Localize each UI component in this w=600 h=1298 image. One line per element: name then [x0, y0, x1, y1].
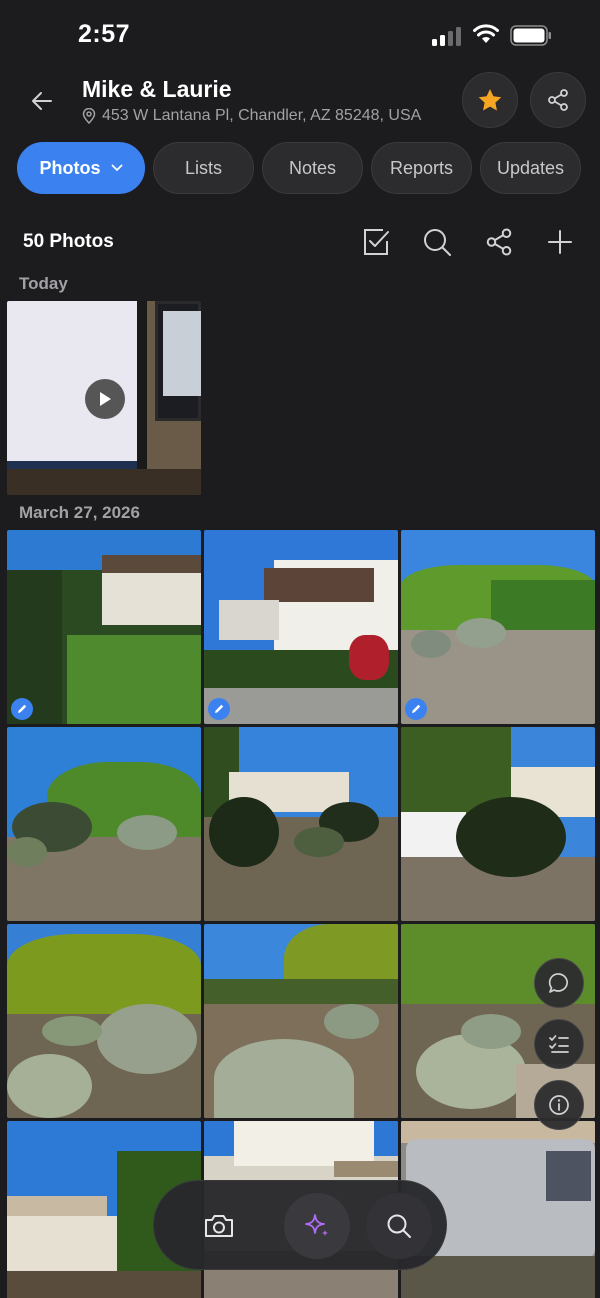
- photo-thumbnail[interactable]: [401, 727, 595, 921]
- tab-photos-label: Photos: [39, 157, 101, 178]
- search-icon: [424, 229, 451, 256]
- status-bar: 2:57: [0, 0, 600, 72]
- tab-lists[interactable]: Lists: [153, 142, 254, 194]
- tab-reports[interactable]: Reports: [371, 142, 472, 194]
- pencil-icon: [18, 704, 27, 713]
- search-icon: [387, 1214, 411, 1238]
- wifi-icon: [473, 24, 499, 43]
- tab-updates[interactable]: Updates: [480, 142, 581, 194]
- section-today: Today: [19, 274, 68, 293]
- photo-thumbnail[interactable]: [7, 727, 201, 921]
- select-button[interactable]: [358, 224, 394, 260]
- tab-photos[interactable]: Photos: [17, 142, 145, 194]
- checklist-button[interactable]: [534, 1019, 584, 1069]
- back-arrow-icon: [32, 92, 52, 110]
- photo-thumbnail[interactable]: [7, 530, 201, 724]
- share-photos-button[interactable]: [481, 224, 517, 260]
- search-button[interactable]: [419, 224, 455, 260]
- photo-count: 50 Photos: [23, 231, 114, 252]
- star-icon: [478, 88, 502, 110]
- photos-toolbar: 50 Photos: [0, 216, 600, 268]
- share-project-button[interactable]: [530, 72, 586, 128]
- bottom-action-dock: [153, 1180, 447, 1270]
- project-title: Mike & Laurie: [82, 76, 232, 102]
- tab-lists-label: Lists: [184, 157, 222, 178]
- tab-notes[interactable]: Notes: [262, 142, 363, 194]
- favorite-button[interactable]: [462, 72, 518, 128]
- pencil-icon: [215, 704, 224, 713]
- share-icon: [548, 89, 568, 111]
- chevron-down-icon: [111, 164, 122, 172]
- play-button[interactable]: [85, 379, 125, 419]
- project-address[interactable]: 453 W Lantana Pl, Chandler, AZ 85248, US…: [82, 107, 421, 125]
- section-tabs: Photos Lists Notes Reports Updates: [17, 142, 581, 194]
- share-icon: [486, 228, 512, 256]
- back-button[interactable]: [24, 86, 60, 116]
- photo-thumbnail[interactable]: [401, 530, 595, 724]
- battery-icon: [510, 25, 551, 46]
- pencil-icon: [412, 704, 421, 713]
- dock-search-button[interactable]: [366, 1193, 432, 1259]
- project-header: Mike & Laurie 453 W Lantana Pl, Chandler…: [0, 70, 600, 134]
- camera-icon: [205, 1215, 233, 1237]
- chat-bubble-icon: [548, 973, 568, 993]
- plus-icon: [548, 230, 572, 254]
- address-text: 453 W Lantana Pl, Chandler, AZ 85248, US…: [102, 107, 422, 124]
- comments-button[interactable]: [534, 958, 584, 1008]
- select-checkbox-icon: [364, 229, 389, 255]
- add-photo-button[interactable]: [542, 224, 578, 260]
- tab-reports-label: Reports: [389, 157, 454, 178]
- cellular-signal-icon: [432, 26, 464, 46]
- location-pin-icon: [82, 108, 96, 124]
- info-icon: [549, 1095, 569, 1115]
- sparkle-icon: [305, 1214, 328, 1236]
- tab-updates-label: Updates: [496, 157, 565, 178]
- photo-thumbnail[interactable]: [7, 301, 201, 495]
- info-button[interactable]: [534, 1080, 584, 1130]
- photo-thumbnail[interactable]: [7, 924, 201, 1118]
- status-time: 2:57: [78, 20, 131, 48]
- play-icon: [100, 392, 111, 406]
- photo-thumbnail[interactable]: [204, 924, 398, 1118]
- ai-assistant-button[interactable]: [284, 1193, 350, 1259]
- tab-notes-label: Notes: [288, 157, 337, 178]
- edited-badge: [11, 698, 33, 720]
- camera-button[interactable]: [186, 1193, 252, 1259]
- checklist-icon: [549, 1035, 569, 1053]
- edited-badge: [405, 698, 427, 720]
- edited-badge: [208, 698, 230, 720]
- section-march-27-2026: March 27, 2026: [19, 503, 140, 522]
- photo-thumbnail[interactable]: [204, 727, 398, 921]
- photo-thumbnail[interactable]: [204, 530, 398, 724]
